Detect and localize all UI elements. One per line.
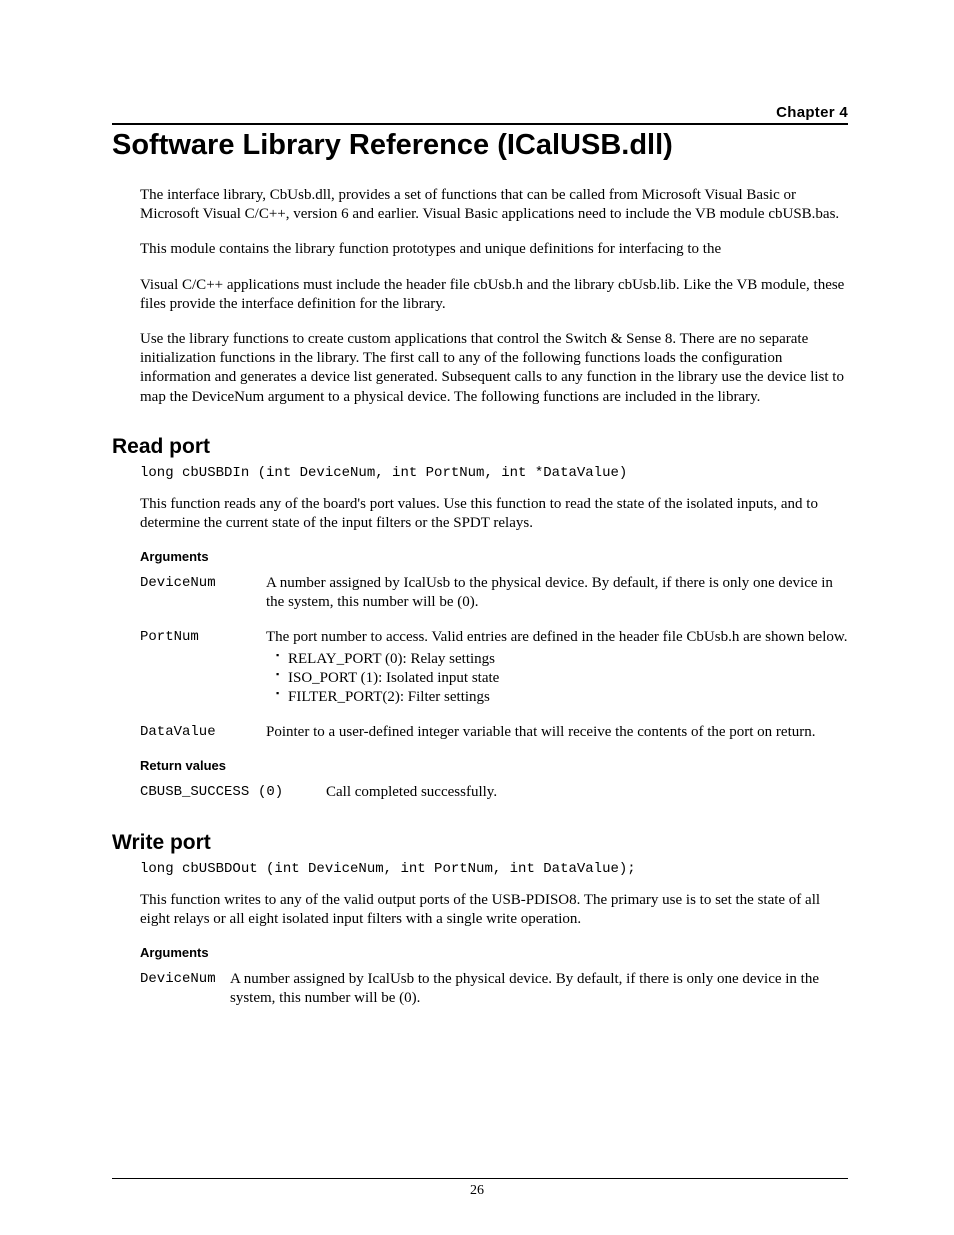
argument-row: PortNum The port number to access. Valid…	[140, 628, 848, 707]
argument-desc-text: The port number to access. Valid entries…	[266, 629, 847, 645]
intro-paragraph: Use the library functions to create cust…	[140, 330, 848, 407]
port-list: RELAY_PORT (0): Relay settings ISO_PORT …	[276, 650, 848, 708]
argument-desc: The port number to access. Valid entries…	[266, 628, 848, 707]
write-port-heading: Write port	[112, 831, 848, 855]
port-list-item: FILTER_PORT(2): Filter settings	[276, 688, 848, 707]
footer-rule	[112, 1178, 848, 1179]
read-port-desc: This function reads any of the board's p…	[140, 495, 848, 533]
read-port-heading: Read port	[112, 435, 848, 459]
doc-title: Software Library Reference (ICalUSB.dll)	[112, 129, 848, 162]
argument-row: DeviceNum A number assigned by IcalUsb t…	[140, 574, 848, 612]
page-number: 26	[0, 1183, 954, 1199]
chapter-rule	[112, 123, 848, 125]
intro-paragraph: The interface library, CbUsb.dll, provid…	[140, 186, 848, 224]
return-desc: Call completed successfully.	[326, 783, 848, 802]
page: Chapter 4 Software Library Reference (IC…	[0, 0, 954, 1235]
return-values-heading: Return values	[140, 758, 848, 773]
arguments-heading: Arguments	[140, 945, 848, 960]
return-code: (0)	[258, 783, 326, 802]
argument-name: DeviceNum	[140, 970, 230, 1008]
argument-desc: Pointer to a user-defined integer variab…	[266, 723, 848, 742]
chapter-label: Chapter 4	[112, 104, 848, 121]
argument-row: DeviceNum A number assigned by IcalUsb t…	[140, 970, 848, 1008]
argument-row: DataValue Pointer to a user-defined inte…	[140, 723, 848, 742]
argument-name: PortNum	[140, 628, 266, 707]
write-port-signature: long cbUSBDOut (int DeviceNum, int PortN…	[140, 861, 848, 877]
argument-desc: A number assigned by IcalUsb to the phys…	[230, 970, 848, 1008]
return-row: CBUSB_SUCCESS (0) Call completed success…	[140, 783, 848, 802]
read-port-signature: long cbUSBDIn (int DeviceNum, int PortNu…	[140, 465, 848, 481]
intro-paragraph: This module contains the library functio…	[140, 240, 848, 259]
argument-name: DataValue	[140, 723, 266, 742]
port-list-item: ISO_PORT (1): Isolated input state	[276, 669, 848, 688]
write-port-desc: This function writes to any of the valid…	[140, 891, 848, 929]
intro-paragraph: Visual C/C++ applications must include t…	[140, 276, 848, 314]
arguments-heading: Arguments	[140, 549, 848, 564]
port-list-item: RELAY_PORT (0): Relay settings	[276, 650, 848, 669]
argument-name: DeviceNum	[140, 574, 266, 612]
return-name: CBUSB_SUCCESS	[140, 783, 258, 802]
argument-desc: A number assigned by IcalUsb to the phys…	[266, 574, 848, 612]
